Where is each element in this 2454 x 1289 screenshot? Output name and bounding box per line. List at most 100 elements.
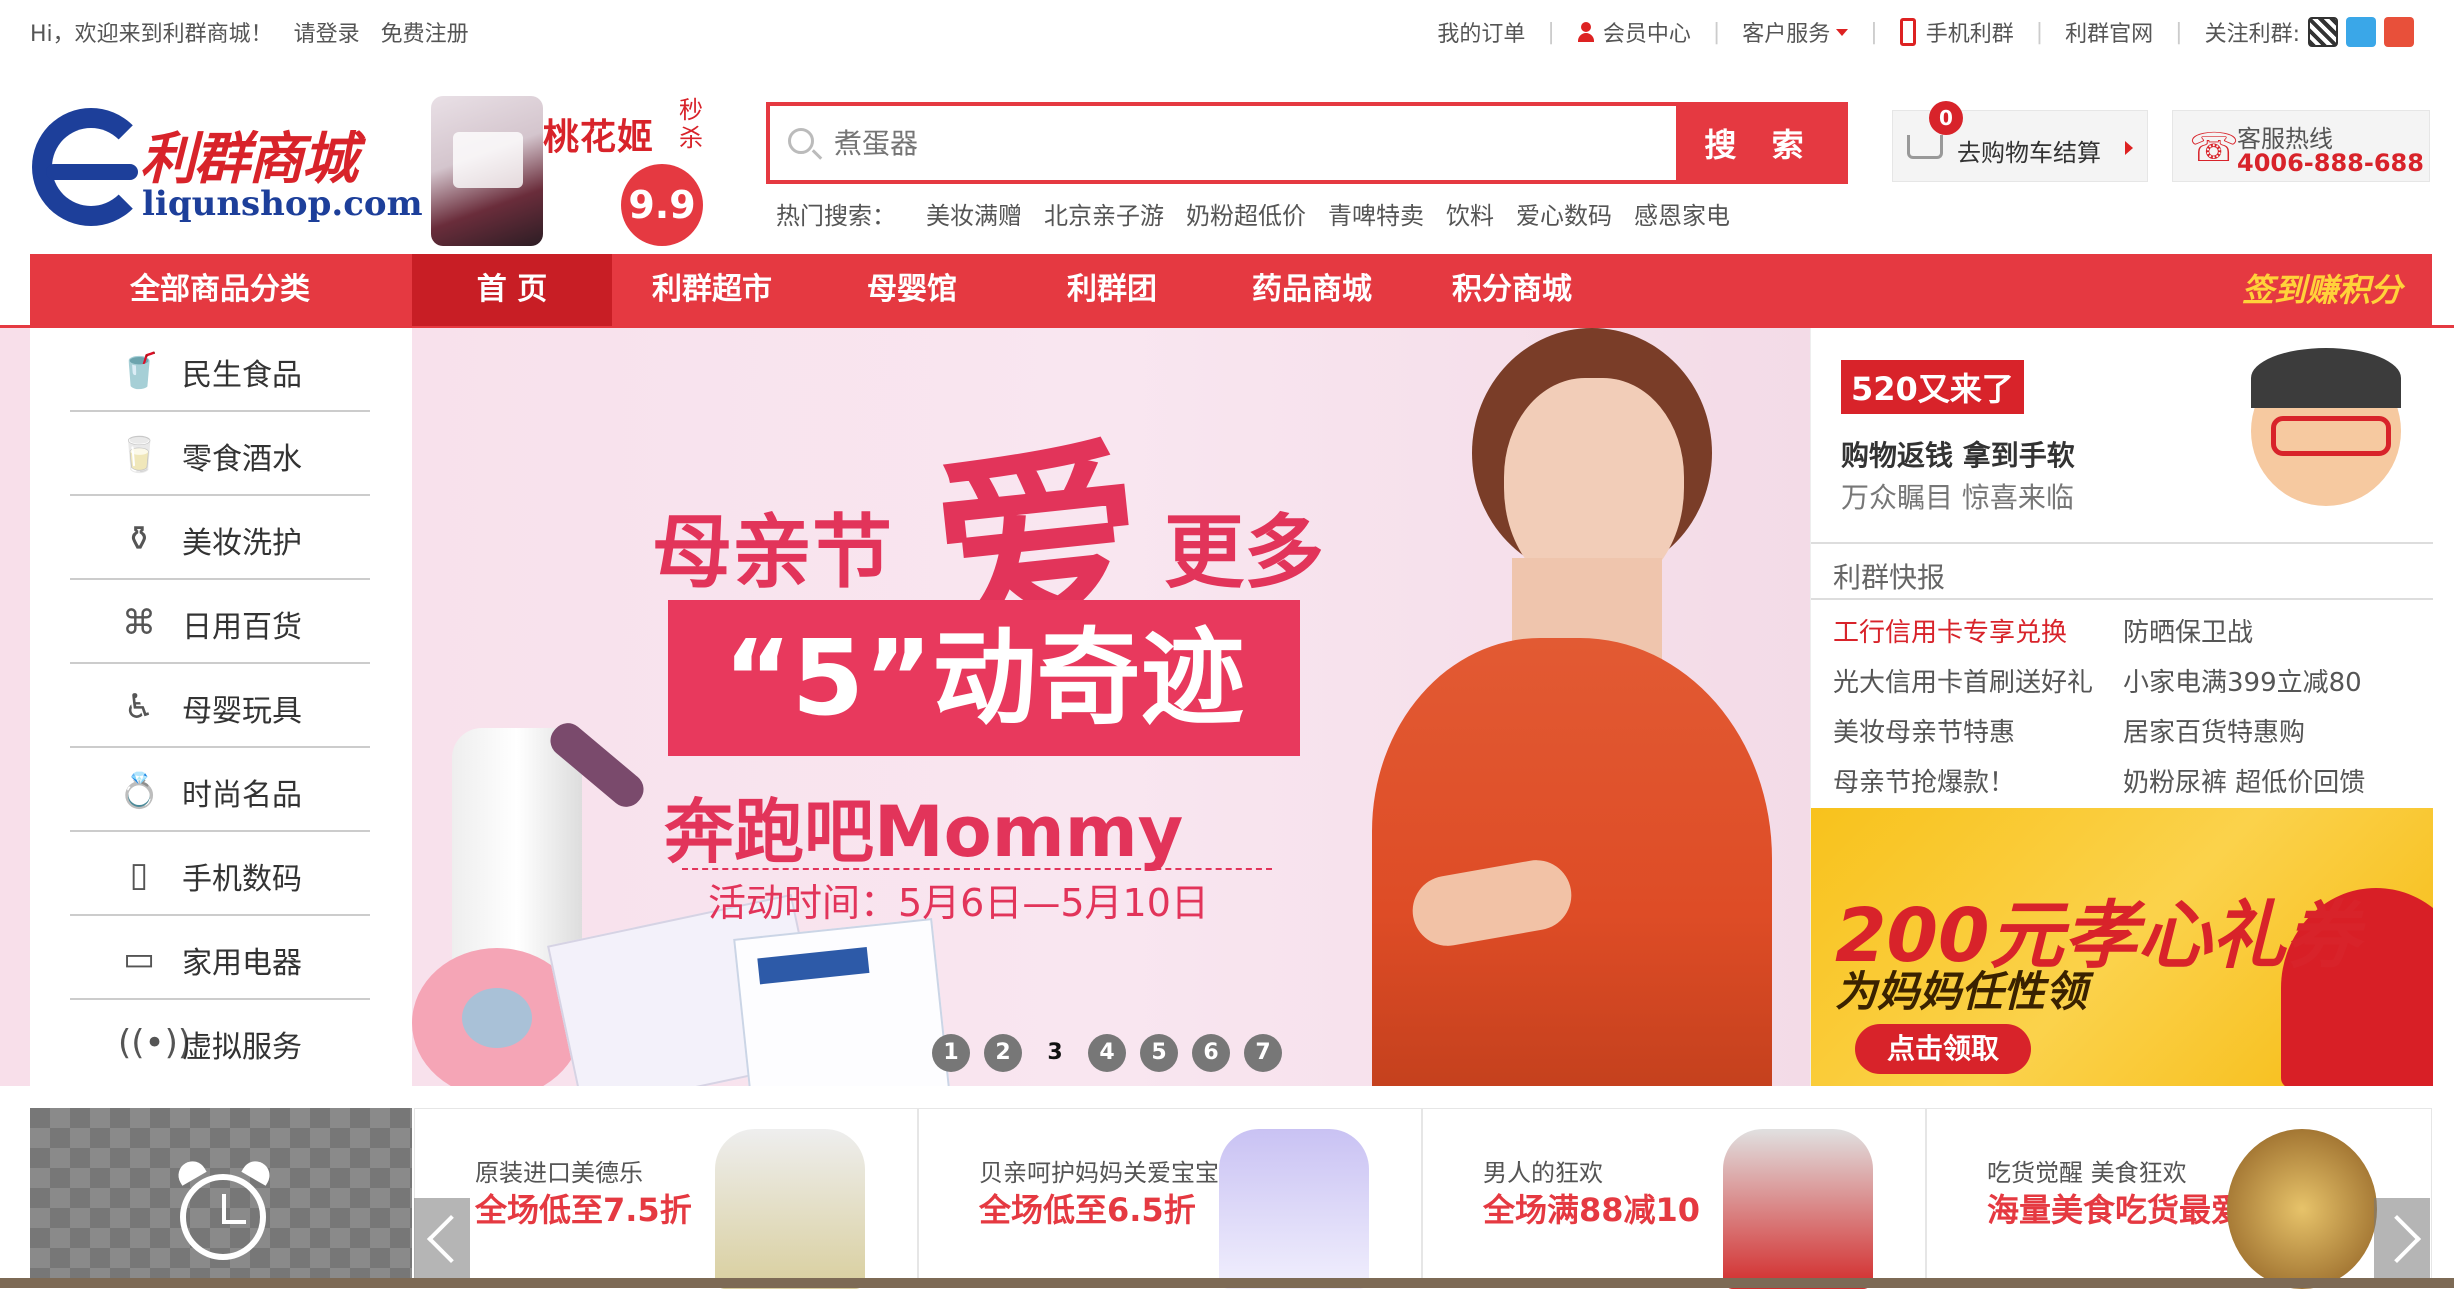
promo-tile[interactable]: 原装进口美德乐 全场低至7.5折 bbox=[414, 1108, 918, 1289]
promo-520-ad[interactable]: 520又来了 购物返钱 拿到手软 万众瞩目 惊喜来临 bbox=[1811, 328, 2433, 538]
login-link[interactable]: 请登录 bbox=[294, 22, 360, 47]
coupon-ad[interactable]: 200元孝心礼券 为妈妈任性领 点击领取 bbox=[1811, 808, 2433, 1086]
logo-en-text: liqunshop.com bbox=[142, 184, 423, 224]
customer-service-menu[interactable]: 客户服务 bbox=[1742, 16, 1849, 48]
welcome-text: Hi，欢迎来到利群商城！ bbox=[30, 22, 273, 47]
nav-item-home[interactable]: 首 页 bbox=[412, 254, 612, 326]
alarm-clock-icon bbox=[180, 1174, 266, 1260]
category-item[interactable]: 💍 时尚名品 bbox=[70, 748, 370, 832]
divider: | bbox=[1547, 19, 1555, 45]
member-center-label: 会员中心 bbox=[1602, 22, 1691, 47]
welcome-area: Hi，欢迎来到利群商城！ 请登录 免费注册 bbox=[30, 16, 483, 48]
official-site-link[interactable]: 利群官网 bbox=[2065, 16, 2153, 48]
phone-icon: ▯ bbox=[129, 855, 149, 895]
cart-button[interactable]: 0 去购物车结算 bbox=[1892, 101, 2148, 182]
category-item[interactable]: ⚱ 美妆洗护 bbox=[70, 496, 370, 580]
search-button[interactable]: 搜 索 bbox=[1676, 106, 1844, 180]
category-label: 时尚名品 bbox=[182, 778, 302, 813]
promo-tile-line1: 原装进口美德乐 bbox=[475, 1159, 643, 1187]
carousel-dot[interactable]: 1 bbox=[932, 1034, 970, 1072]
hot-search-term[interactable]: 奶粉超低价 bbox=[1186, 196, 1306, 231]
hot-search-term[interactable]: 青啤特卖 bbox=[1328, 196, 1424, 231]
page-background-strip bbox=[0, 328, 30, 1086]
hero-banner[interactable]: 母亲节 爱 更多 “5”动奇迹 奔跑吧Mommy 活动时间：5月6日—5月10日… bbox=[412, 328, 1810, 1086]
box-icon: ⌘ bbox=[122, 603, 156, 643]
hot-search-term[interactable]: 感恩家电 bbox=[1634, 196, 1730, 231]
nav-item-mother-baby[interactable]: 母婴馆 bbox=[812, 254, 1012, 326]
search-box: 搜 索 bbox=[766, 102, 1848, 184]
logo-cn-text: 利群商城 bbox=[140, 127, 358, 192]
category-label: 母婴玩具 bbox=[182, 694, 302, 729]
nav-item-pharmacy[interactable]: 药品商城 bbox=[1212, 254, 1412, 326]
news-item[interactable]: 母亲节抢爆款！ bbox=[1833, 762, 2015, 799]
sign-in-points-link[interactable]: 签到赚积分 bbox=[2242, 254, 2402, 326]
search-input[interactable] bbox=[770, 106, 1676, 180]
all-categories-button[interactable]: 全部商品分类 bbox=[30, 254, 410, 326]
top-bar: Hi，欢迎来到利群商城！ 请登录 免费注册 我的订单 | 会员中心 | 客户服务… bbox=[0, 0, 2454, 60]
promo-tile[interactable]: 男人的狂欢 全场满88减10 bbox=[1422, 1108, 1926, 1289]
register-link[interactable]: 免费注册 bbox=[381, 22, 469, 47]
carousel-prev-button[interactable] bbox=[414, 1198, 470, 1288]
divider: | bbox=[1870, 19, 1878, 45]
carousel-dots: 1 2 3 4 5 6 7 bbox=[932, 1034, 1296, 1072]
nav-item-points-mall[interactable]: 积分商城 bbox=[1412, 254, 1612, 326]
promo-strip: 原装进口美德乐 全场低至7.5折 贝亲呵护妈妈关爱宝宝 全场低至6.5折 男人的… bbox=[30, 1108, 2432, 1289]
banner-title-right: 更多 bbox=[1164, 506, 1324, 599]
hot-search-term[interactable]: 美妆满赠 bbox=[926, 196, 1022, 231]
qr-code-icon[interactable] bbox=[2308, 17, 2338, 47]
promo-tile[interactable]: 吃货觉醒 美食狂欢 海量美食吃货最爱 bbox=[1926, 1108, 2432, 1289]
caret-down-icon bbox=[1836, 28, 1849, 36]
carousel-dot[interactable]: 6 bbox=[1192, 1034, 1230, 1072]
category-item[interactable]: ♿ 母婴玩具 bbox=[70, 664, 370, 748]
carousel-next-button[interactable] bbox=[2374, 1198, 2430, 1288]
carousel-dot[interactable]: 7 bbox=[1244, 1034, 1282, 1072]
monitor-icon: ▭ bbox=[122, 939, 156, 979]
category-item[interactable]: 🥛 零食酒水 bbox=[70, 412, 370, 496]
category-item[interactable]: ((•)) 虚拟服务 bbox=[70, 1000, 370, 1084]
carousel-dot[interactable]: 4 bbox=[1088, 1034, 1126, 1072]
hotline-number: 4006-888-688 bbox=[2237, 149, 2424, 177]
model-dress-image bbox=[1372, 638, 1772, 1086]
carousel-dot-active[interactable]: 3 bbox=[1036, 1034, 1074, 1072]
category-item[interactable]: ▯ 手机数码 bbox=[70, 832, 370, 916]
mobile-liqun-link[interactable]: 手机利群 bbox=[1899, 16, 2014, 48]
news-item[interactable]: 居家百货特惠购 bbox=[2123, 712, 2305, 749]
category-label: 家用电器 bbox=[182, 946, 302, 981]
member-center-link[interactable]: 会员中心 bbox=[1577, 16, 1691, 48]
category-item[interactable]: ⌘ 日用百货 bbox=[70, 580, 370, 664]
promo-tile-line1: 吃货觉醒 美食狂欢 bbox=[1987, 1159, 2187, 1187]
hot-search-term[interactable]: 爱心数码 bbox=[1516, 196, 1612, 231]
site-logo[interactable]: 利群商城 liqunshop.com bbox=[32, 104, 423, 254]
claim-coupon-button[interactable]: 点击领取 bbox=[1855, 1024, 2031, 1074]
carousel-dot[interactable]: 5 bbox=[1140, 1034, 1178, 1072]
promo-tile[interactable]: 贝亲呵护妈妈关爱宝宝 全场低至6.5折 bbox=[918, 1108, 1422, 1289]
social-blue-icon[interactable] bbox=[2346, 17, 2376, 47]
header: 利群商城 liqunshop.com 桃花姬 秒杀 9.9 搜 索 热门搜索： … bbox=[0, 60, 2454, 252]
signal-icon: ((•)) bbox=[118, 1023, 192, 1063]
banner-title-left: 母亲节 bbox=[652, 506, 892, 599]
nav-item-supermarket[interactable]: 利群超市 bbox=[612, 254, 812, 326]
nav-item-group-buy[interactable]: 利群团 bbox=[1012, 254, 1212, 326]
category-item[interactable]: 🥤 民生食品 bbox=[70, 328, 370, 412]
carousel-dot[interactable]: 2 bbox=[984, 1034, 1022, 1072]
my-orders-link[interactable]: 我的订单 bbox=[1437, 16, 1525, 48]
news-header: 利群快报 bbox=[1811, 542, 2433, 600]
flash-deal-tile[interactable] bbox=[30, 1108, 412, 1288]
category-item[interactable]: ▭ 家用电器 bbox=[70, 916, 370, 1000]
hot-search-term[interactable]: 北京亲子游 bbox=[1044, 196, 1164, 231]
news-item[interactable]: 美妆母亲节特惠 bbox=[1833, 712, 2015, 749]
news-item[interactable]: 光大信用卡首刷送好礼 bbox=[1833, 662, 2093, 699]
logo-e-icon bbox=[32, 108, 150, 226]
stroller-icon: ♿ bbox=[123, 687, 155, 727]
news-item[interactable]: 工行信用卡专享兑换 bbox=[1833, 612, 2067, 649]
news-item[interactable]: 小家电满399立减80 bbox=[2123, 662, 2362, 699]
flash-sale-promo[interactable]: 桃花姬 秒杀 9.9 bbox=[425, 90, 715, 250]
news-item[interactable]: 奶粉尿裤 超低价回馈 bbox=[2123, 762, 2365, 799]
hot-search-term[interactable]: 饮料 bbox=[1446, 196, 1494, 231]
promo-520-line2: 万众瞩目 惊喜来临 bbox=[1841, 481, 2074, 514]
weibo-icon[interactable] bbox=[2384, 17, 2414, 47]
men-product-image bbox=[1723, 1129, 1873, 1289]
chevron-right-icon bbox=[2125, 141, 2133, 155]
hot-searches: 热门搜索： 美妆满赠 北京亲子游 奶粉超低价 青啤特卖 饮料 爱心数码 感恩家电 bbox=[776, 196, 1752, 231]
news-item[interactable]: 防晒保卫战 bbox=[2123, 612, 2253, 649]
